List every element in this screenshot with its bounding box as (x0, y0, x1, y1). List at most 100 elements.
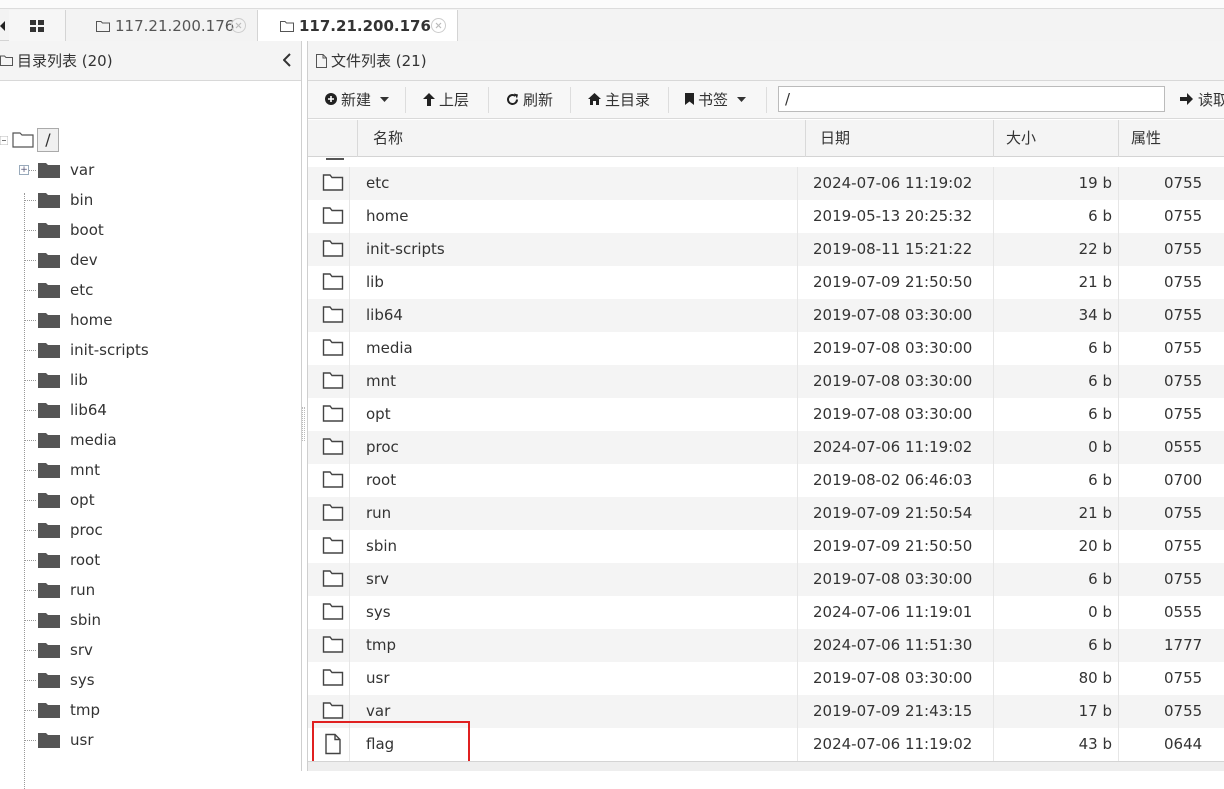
file-name[interactable]: usr (358, 662, 798, 695)
file-row[interactable]: etc 2024-07-06 11:19:02 19 b 0755 (308, 167, 1224, 200)
up-level-button[interactable]: 上层 (423, 81, 469, 117)
file-name[interactable]: proc (358, 431, 798, 464)
file-row[interactable]: lib64 2019-07-08 03:30:00 34 b 0755 (308, 299, 1224, 332)
new-button[interactable]: 新建 (325, 81, 390, 117)
tab-connection-1[interactable]: 117.21.200.176 (66, 10, 258, 41)
file-name[interactable]: lib (358, 266, 798, 299)
tree-item[interactable]: lib (24, 365, 88, 395)
tree-item[interactable]: srv (24, 635, 93, 665)
file-name[interactable]: home (358, 200, 798, 233)
column-header-name[interactable]: 名称 (358, 120, 806, 157)
tree-item[interactable]: proc (24, 515, 103, 545)
read-button[interactable]: 读取 (1180, 81, 1224, 117)
file-name[interactable]: srv (358, 563, 798, 596)
file-name[interactable]: init-scripts (358, 233, 798, 266)
file-name[interactable]: mnt (358, 365, 798, 398)
tab-bar: 117.21.200.176 117.21.200.176 (0, 0, 1224, 42)
file-attributes[interactable]: 0755 (1119, 365, 1224, 398)
file-attributes[interactable]: 0755 (1119, 695, 1224, 728)
file-attributes[interactable]: 0755 (1119, 530, 1224, 563)
file-row[interactable]: opt 2019-07-08 03:30:00 6 b 0755 (308, 398, 1224, 431)
file-name[interactable]: sys (358, 596, 798, 629)
grid-menu-button[interactable] (9, 10, 66, 41)
tree-item[interactable]: run (24, 575, 95, 605)
home-dir-button[interactable]: 主目录 (588, 81, 650, 117)
file-attributes[interactable]: 0644 (1119, 728, 1224, 761)
file-attributes[interactable]: 0555 (1119, 596, 1224, 629)
file-row[interactable]: sys 2024-07-06 11:19:01 0 b 0555 (308, 596, 1224, 629)
column-header-date[interactable]: 日期 (806, 120, 994, 157)
file-attributes[interactable]: 0755 (1119, 167, 1224, 200)
collapse-panel-icon[interactable] (283, 53, 291, 67)
expand-node-icon[interactable]: + (19, 165, 29, 175)
file-name[interactable]: var (358, 695, 798, 728)
file-name[interactable]: tmp (358, 629, 798, 662)
tree-root[interactable]: / (0, 128, 59, 152)
tab-scroll-left-icon[interactable] (0, 10, 9, 41)
file-name[interactable]: etc (358, 167, 798, 200)
file-attributes[interactable]: 0755 (1119, 200, 1224, 233)
tree-item[interactable]: + var (19, 155, 94, 185)
horizontal-scrollbar[interactable] (308, 761, 1224, 771)
file-attributes[interactable]: 0755 (1119, 563, 1224, 596)
tree-item[interactable]: sys (24, 665, 95, 695)
file-row[interactable]: sbin 2019-07-09 21:50:50 20 b 0755 (308, 530, 1224, 563)
file-row[interactable]: home 2019-05-13 20:25:32 6 b 0755 (308, 200, 1224, 233)
tree-item[interactable]: dev (24, 245, 98, 275)
file-row[interactable]: tmp 2024-07-06 11:51:30 6 b 1777 (308, 629, 1224, 662)
path-input[interactable] (778, 86, 1165, 112)
tree-item[interactable]: bin (24, 185, 93, 215)
file-row[interactable]: media 2019-07-08 03:30:00 6 b 0755 (308, 332, 1224, 365)
tree-item[interactable]: boot (24, 215, 104, 245)
file-attributes[interactable]: 0755 (1119, 398, 1224, 431)
file-name[interactable]: root (358, 464, 798, 497)
tree-item[interactable]: etc (24, 275, 93, 305)
file-name[interactable]: run (358, 497, 798, 530)
file-attributes[interactable]: 0755 (1119, 299, 1224, 332)
file-attributes[interactable]: 0700 (1119, 464, 1224, 497)
panel-splitter-handle[interactable] (302, 407, 305, 441)
tree-item[interactable]: usr (24, 725, 94, 755)
tree-item[interactable]: sbin (24, 605, 101, 635)
file-row[interactable]: mnt 2019-07-08 03:30:00 6 b 0755 (308, 365, 1224, 398)
close-tab-icon[interactable] (430, 17, 447, 34)
file-name[interactable]: lib64 (358, 299, 798, 332)
file-attributes[interactable]: 0755 (1119, 233, 1224, 266)
file-row[interactable]: usr 2019-07-08 03:30:00 80 b 0755 (308, 662, 1224, 695)
tree-item[interactable]: opt (24, 485, 95, 515)
file-name[interactable]: opt (358, 398, 798, 431)
file-attributes[interactable]: 0755 (1119, 266, 1224, 299)
bookmark-button[interactable]: 书签 (685, 81, 747, 117)
file-row[interactable]: init-scripts 2019-08-11 15:21:22 22 b 0755 (308, 233, 1224, 266)
tree-root-label[interactable]: / (37, 128, 59, 152)
file-row[interactable]: root 2019-08-02 06:46:03 6 b 0700 (308, 464, 1224, 497)
column-header-attr[interactable]: 属性 (1119, 120, 1224, 157)
file-attributes[interactable]: 1777 (1119, 629, 1224, 662)
file-row[interactable]: srv 2019-07-08 03:30:00 6 b 0755 (308, 563, 1224, 596)
file-attributes[interactable]: 0555 (1119, 431, 1224, 464)
file-attributes[interactable]: 0755 (1119, 497, 1224, 530)
close-tab-icon[interactable] (230, 17, 247, 34)
tree-item[interactable]: init-scripts (24, 335, 149, 365)
tree-item[interactable]: mnt (24, 455, 100, 485)
file-name[interactable]: flag (358, 728, 798, 761)
tree-item[interactable]: root (24, 545, 100, 575)
file-row[interactable]: proc 2024-07-06 11:19:02 0 b 0555 (308, 431, 1224, 464)
file-attributes[interactable]: 0755 (1119, 662, 1224, 695)
file-row[interactable]: run 2019-07-09 21:50:54 21 b 0755 (308, 497, 1224, 530)
column-header-size[interactable]: 大小 (994, 120, 1119, 157)
tree-item[interactable]: lib64 (24, 395, 107, 425)
file-row[interactable]: flag 2024-07-06 11:19:02 43 b 0644 (308, 728, 1224, 761)
tree-item[interactable]: home (24, 305, 113, 335)
file-attributes[interactable]: 0755 (1119, 332, 1224, 365)
refresh-button[interactable]: 刷新 (506, 81, 553, 117)
file-name[interactable]: sbin (358, 530, 798, 563)
file-size: 19 b (994, 167, 1119, 200)
select-column-header[interactable] (308, 120, 358, 157)
file-row[interactable]: lib 2019-07-09 21:50:50 21 b 0755 (308, 266, 1224, 299)
file-row[interactable]: var 2019-07-09 21:43:15 17 b 0755 (308, 695, 1224, 728)
tree-item[interactable]: media (24, 425, 117, 455)
file-name[interactable]: media (358, 332, 798, 365)
tree-item[interactable]: tmp (24, 695, 100, 725)
tab-connection-2-active[interactable]: 117.21.200.176 (258, 10, 458, 42)
